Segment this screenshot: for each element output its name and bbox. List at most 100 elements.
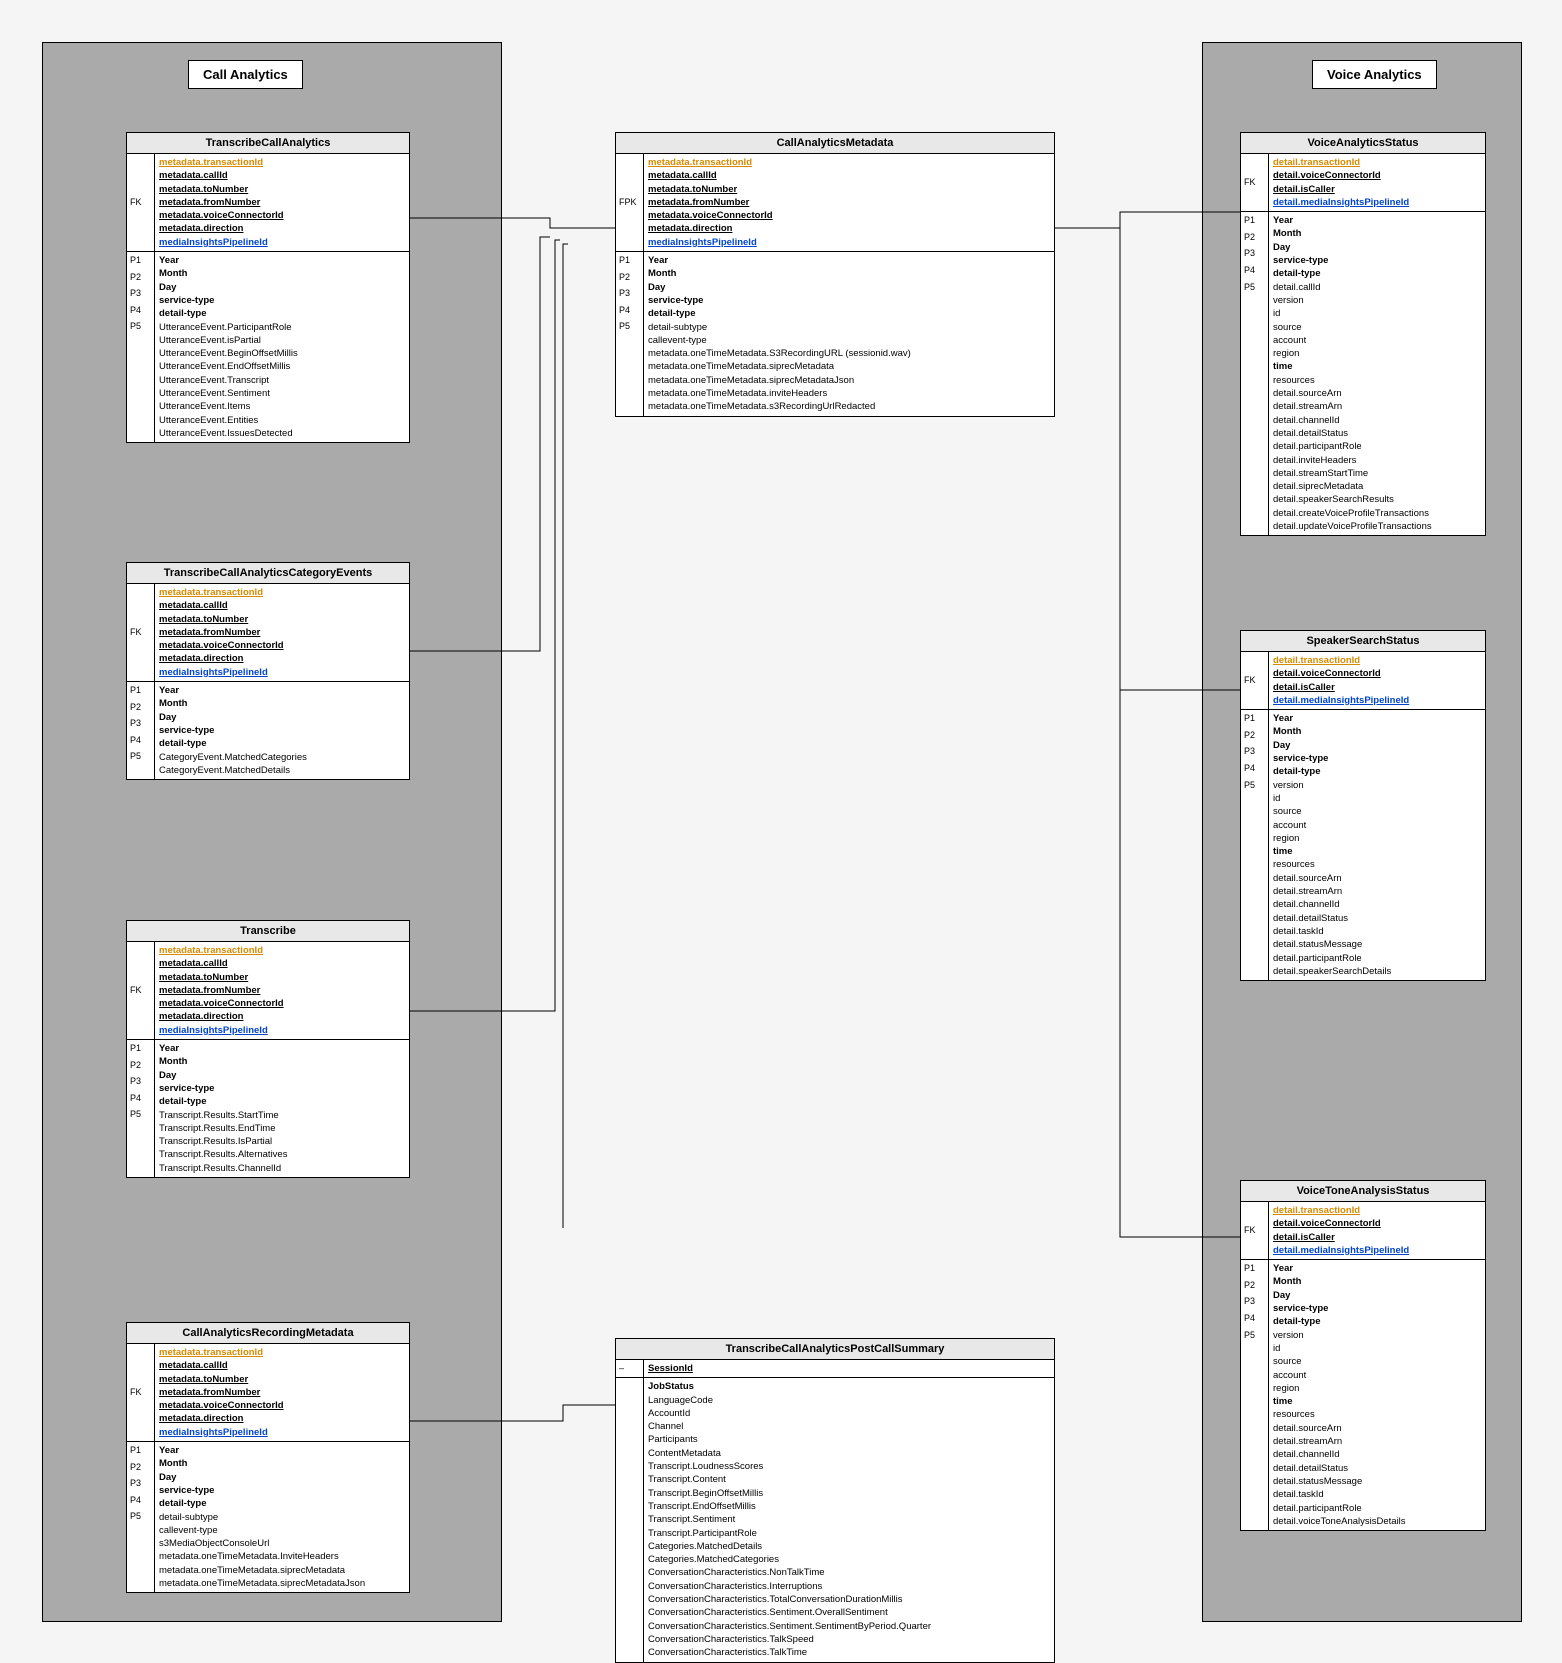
attr-field: time: [1273, 845, 1481, 858]
entity-voicetoneanalysisstatus: VoiceToneAnalysisStatus FKdetail.transac…: [1240, 1180, 1486, 1531]
attr-field: version: [1273, 1329, 1481, 1342]
attr-field: source: [1273, 1355, 1481, 1368]
partition-field: Day: [159, 281, 405, 294]
attr-field: UtteranceEvent.Items: [159, 400, 405, 413]
attr-field: detail.taskId: [1273, 1488, 1481, 1501]
attr-field: detail.participantRole: [1273, 952, 1481, 965]
partition-field: service-type: [159, 724, 405, 737]
fk-field-callId: metadata.callId: [648, 169, 1050, 182]
attr-field: metadata.oneTimeMetadata.siprecMetadata: [648, 360, 1050, 373]
partition-key-P5: P5: [127, 1106, 154, 1123]
attr-field: account: [1273, 819, 1481, 832]
fk-field-voiceConnectorId: detail.voiceConnectorId: [1273, 169, 1481, 182]
attr-field: detail.sourceArn: [1273, 387, 1481, 400]
partition-key-P2: P2: [1241, 727, 1268, 744]
attr-field: region: [1273, 832, 1481, 845]
attr-field: metadata.oneTimeMetadata.InviteHeaders: [159, 1550, 405, 1563]
fk-field-transactionId: metadata.transactionId: [648, 156, 1050, 169]
partition-key-P1: P1: [127, 1442, 154, 1459]
attr-field: Transcript.Results.StartTime: [159, 1109, 405, 1122]
attr-field: UtteranceEvent.BeginOffsetMillis: [159, 347, 405, 360]
attr-field: Channel: [648, 1420, 1050, 1433]
attr-field: detail.detailStatus: [1273, 912, 1481, 925]
entity-voiceanalyticsstatus: VoiceAnalyticsStatus FKdetail.transactio…: [1240, 132, 1486, 536]
partition-field: detail-type: [159, 307, 405, 320]
diagram-canvas: Call Analytics Voice Analytics Transcrib…: [0, 0, 1562, 1652]
fk-field-toNumber: metadata.toNumber: [159, 183, 405, 196]
attr-field: resources: [1273, 374, 1481, 387]
entity-carecordingmetadata: CallAnalyticsRecordingMetadata FKmetadat…: [126, 1322, 410, 1593]
partition-field: detail-type: [1273, 765, 1481, 778]
attr-field: detail.channelId: [1273, 1448, 1481, 1461]
attr-field: detail.participantRole: [1273, 440, 1481, 453]
fk-field-pipelineId: detail.mediaInsightsPipelineId: [1273, 694, 1481, 707]
attr-field: detail.callId: [1273, 281, 1481, 294]
fk-field-direction: metadata.direction: [648, 222, 1050, 235]
partition-key-P3: P3: [1241, 245, 1268, 262]
fk-field-voiceConnectorId: detail.voiceConnectorId: [1273, 1217, 1481, 1230]
partition-key-P5: P5: [127, 748, 154, 765]
fk-field-transactionId: metadata.transactionId: [159, 586, 405, 599]
entity-transcribe: Transcribe FKmetadata.transactionIdmetad…: [126, 920, 410, 1178]
fk-field-pipelineId: detail.mediaInsightsPipelineId: [1273, 196, 1481, 209]
attr-field: detail.participantRole: [1273, 1502, 1481, 1515]
partition-field: Day: [159, 711, 405, 724]
partition-key-P4: P4: [127, 1090, 154, 1107]
attr-field: source: [1273, 805, 1481, 818]
attr-field: ConversationCharacteristics.NonTalkTime: [648, 1566, 1050, 1579]
partition-field: Year: [159, 254, 405, 267]
fk-field-fromNumber: metadata.fromNumber: [159, 1386, 405, 1399]
fk-field-isCaller: detail.isCaller: [1273, 1231, 1481, 1244]
partition-field: Year: [1273, 1262, 1481, 1275]
fk-field-pipelineId: detail.mediaInsightsPipelineId: [1273, 1244, 1481, 1257]
fk-field-transactionId: metadata.transactionId: [159, 944, 405, 957]
partition-key-P1: P1: [127, 252, 154, 269]
attr-field: UtteranceEvent.isPartial: [159, 334, 405, 347]
entity-transcribecallanalytics: TranscribeCallAnalytics FK metadata.tran…: [126, 132, 410, 443]
partition-key-P4: P4: [616, 302, 643, 319]
entity-title: TranscribeCallAnalyticsCategoryEvents: [127, 563, 409, 584]
fk-field-voiceConnectorId: metadata.voiceConnectorId: [648, 209, 1050, 222]
fk-section: FK metadata.transactionIdmetadata.callId…: [127, 154, 409, 252]
fk-field-fromNumber: metadata.fromNumber: [648, 196, 1050, 209]
attr-field: detail.streamArn: [1273, 1435, 1481, 1448]
partition-field: Year: [159, 1444, 405, 1457]
partition-field: service-type: [648, 294, 1050, 307]
attr-field: ConversationCharacteristics.TalkSpeed: [648, 1633, 1050, 1646]
partition-field: Month: [159, 267, 405, 280]
entity-speakersearchstatus: SpeakerSearchStatus FKdetail.transaction…: [1240, 630, 1486, 981]
partition-key-P4: P4: [1241, 262, 1268, 279]
partition-field: detail-type: [648, 307, 1050, 320]
fk-field-transactionId: metadata.transactionId: [159, 156, 405, 169]
attr-field: detail.inviteHeaders: [1273, 454, 1481, 467]
attr-field: Transcript.EndOffsetMillis: [648, 1500, 1050, 1513]
attr-field: metadata.oneTimeMetadata.siprecMetadata: [159, 1564, 405, 1577]
attr-field: callevent-type: [648, 334, 1050, 347]
attr-field: s3MediaObjectConsoleUrl: [159, 1537, 405, 1550]
attr-field: ConversationCharacteristics.TotalConvers…: [648, 1593, 1050, 1606]
partition-key-P3: P3: [1241, 743, 1268, 760]
attr-field: Participants: [648, 1433, 1050, 1446]
attr-field: Transcript.Results.ChannelId: [159, 1162, 405, 1175]
attr-field: time: [1273, 360, 1481, 373]
partition-field: service-type: [159, 1082, 405, 1095]
fk-field-direction: metadata.direction: [159, 222, 405, 235]
attr-field: Transcript.Results.IsPartial: [159, 1135, 405, 1148]
attr-field: version: [1273, 294, 1481, 307]
partition-field: detail-type: [159, 1497, 405, 1510]
partition-field: Month: [1273, 725, 1481, 738]
fk-field-direction: metadata.direction: [159, 1412, 405, 1425]
fk-field-direction: metadata.direction: [159, 1010, 405, 1023]
attr-field: detail.createVoiceProfileTransactions: [1273, 507, 1481, 520]
attr-field: detail.channelId: [1273, 414, 1481, 427]
fk-field-pipelineId: mediaInsightsPipelineId: [159, 1426, 405, 1439]
fk-field-toNumber: metadata.toNumber: [159, 613, 405, 626]
pk-label: FPK: [616, 194, 643, 211]
partition-field: detail-type: [159, 1095, 405, 1108]
attr-field: ContentMetadata: [648, 1447, 1050, 1460]
attr-field: LanguageCode: [648, 1394, 1050, 1407]
partition-field: Year: [159, 1042, 405, 1055]
partition-field: Year: [648, 254, 1050, 267]
entity-title: TranscribeCallAnalyticsPostCallSummary: [616, 1339, 1054, 1360]
sessionid-field: SessionId: [648, 1362, 1050, 1375]
